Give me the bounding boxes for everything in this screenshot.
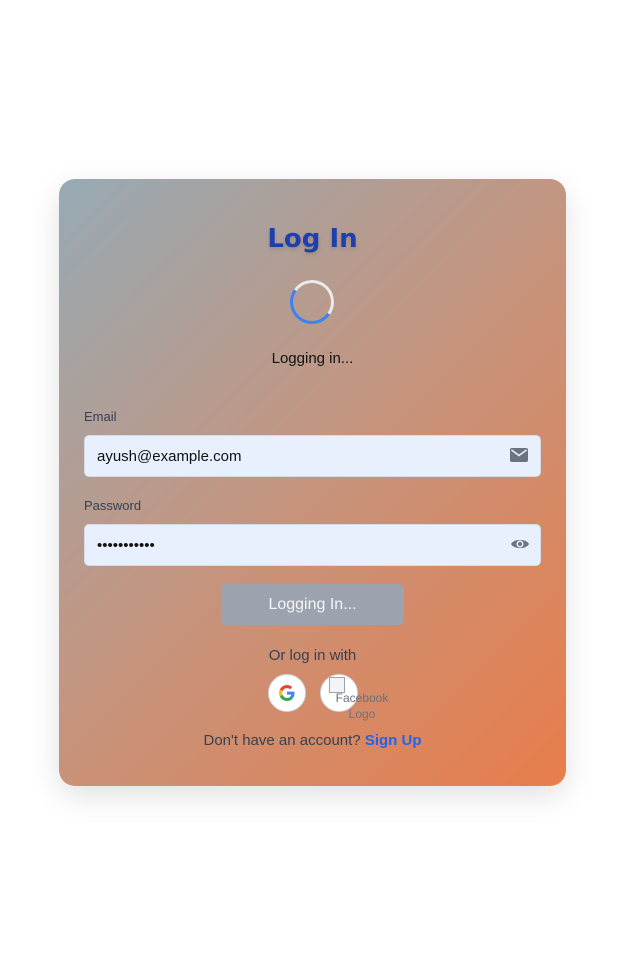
email-label: Email [84, 409, 117, 424]
loading-spinner [286, 276, 338, 328]
password-field-wrapper [84, 524, 541, 566]
google-login-button[interactable] [268, 674, 306, 712]
facebook-login-button[interactable]: Facebook Logo [320, 674, 388, 721]
login-card: Log In Logging in... Email Password Logg… [59, 179, 566, 786]
loading-status-text: Logging in... [271, 350, 354, 367]
envelope-icon [510, 448, 528, 464]
facebook-logo-alt-text: Facebook Logo [335, 691, 389, 721]
email-field[interactable] [85, 436, 485, 476]
signup-prompt: Don't have an account? [203, 732, 361, 749]
social-login-prompt: Or log in with [268, 647, 357, 664]
eye-icon[interactable] [510, 536, 529, 552]
signup-link[interactable]: Sign Up [365, 732, 422, 749]
signup-row: Don't have an account? Sign Up [59, 732, 566, 749]
google-logo-icon [279, 685, 295, 706]
password-label: Password [84, 498, 142, 513]
page-title: Log In [267, 224, 358, 254]
login-submit-button[interactable]: Logging In... [221, 584, 404, 625]
password-field[interactable] [85, 525, 485, 565]
email-field-wrapper [84, 435, 541, 477]
